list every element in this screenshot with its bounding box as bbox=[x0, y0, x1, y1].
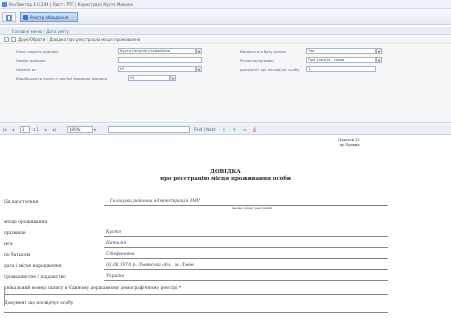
available-select[interactable]: Ні bbox=[118, 66, 196, 72]
ribbon: Реєстр обвидання bbox=[0, 9, 451, 25]
breadcrumb: Головне меню › Дата уміту bbox=[0, 27, 451, 35]
underline bbox=[104, 258, 388, 259]
doc-subheading: про реєстрацію місця проживання особи bbox=[160, 176, 291, 182]
row-label: прізвище bbox=[4, 231, 26, 236]
document-title: Друк/Обрати : Довідка про реєстрацію міс… bbox=[18, 37, 141, 42]
registry-button-label: Реєстр обвидання bbox=[30, 15, 69, 20]
row-label: громадянство / підданство bbox=[4, 275, 66, 280]
footer-label: Документ що посвідчує особу bbox=[4, 301, 74, 306]
underline bbox=[104, 280, 388, 281]
chevron-down-icon[interactable] bbox=[376, 48, 382, 54]
underline bbox=[104, 236, 388, 237]
chevron-down-icon[interactable] bbox=[196, 48, 202, 54]
available-label: Наявне ат bbox=[16, 67, 37, 72]
underline bbox=[4, 294, 388, 295]
last-page-icon[interactable]: ▸| bbox=[53, 127, 56, 132]
report-toolbar: |◂ ◂ 1 з 1 ▸ ▸| 100% ▾ Find | Next ⇩ ↻ ▭… bbox=[0, 124, 451, 135]
breadcrumb-text[interactable]: Головне меню › Дата уміту bbox=[12, 29, 69, 34]
grid-view-button[interactable] bbox=[2, 12, 16, 22]
write-db-label: Виписати в базу даних bbox=[240, 49, 287, 54]
next-page-icon[interactable]: ▸ bbox=[45, 127, 47, 132]
first-page-icon[interactable]: |◂ bbox=[3, 127, 6, 132]
grid-icon bbox=[6, 15, 12, 21]
underline bbox=[104, 247, 388, 248]
doc-heading: ДОВІДКА bbox=[210, 169, 241, 175]
zoom-select[interactable]: 100% bbox=[67, 126, 93, 133]
underline bbox=[104, 269, 388, 270]
issuer-value: Галицька районна адміністрація ЗМР bbox=[110, 199, 200, 204]
row-label: по батькові bbox=[4, 253, 31, 258]
signer-label: Розпочи/прізвищ bbox=[240, 58, 274, 63]
find-input[interactable] bbox=[108, 126, 190, 133]
refresh-icon[interactable]: ↻ bbox=[233, 127, 236, 132]
chevron-down-icon[interactable] bbox=[196, 66, 202, 72]
parameters-form: Кому видано довідку Кусто Наталія Стефан… bbox=[0, 45, 451, 123]
issuer-caption: (назва органу реєстрації) bbox=[232, 206, 273, 210]
underline bbox=[4, 312, 388, 313]
signer-select[interactable]: Про уличі/м - голов bbox=[306, 57, 376, 63]
certificate-number-input[interactable] bbox=[118, 57, 202, 63]
back-icon[interactable] bbox=[4, 37, 9, 42]
window-title: Роз'Вектор 4.0.294 | Лист : РТГ | Корист… bbox=[9, 2, 133, 7]
surname-value: Кусто bbox=[106, 230, 122, 235]
show-color-label: Відображати колір з пом'ям видаємо довід… bbox=[16, 76, 108, 81]
recipient-select[interactable]: Кусто Наталія Стефанівна bbox=[118, 48, 196, 54]
export-icon[interactable]: ⇩ bbox=[222, 127, 225, 132]
find-next-link[interactable]: Find | Next bbox=[194, 127, 215, 132]
document-icon bbox=[23, 15, 28, 20]
issuer-label: Ця вдостоєння bbox=[4, 200, 39, 205]
chevron-down-icon[interactable] bbox=[376, 57, 382, 63]
name-value: Наталія bbox=[106, 241, 127, 246]
citizenship-value: Україна bbox=[106, 274, 125, 279]
certificate-number-label: Номер довідки bbox=[16, 58, 46, 63]
print-layout-icon[interactable]: ▭ bbox=[243, 127, 247, 132]
show-color-select[interactable]: Ні bbox=[128, 75, 170, 81]
window-titlebar: Роз'Вектор 4.0.294 | Лист : РТГ | Корист… bbox=[0, 0, 451, 9]
id-document-label: документ що посвідчує особу bbox=[240, 67, 300, 72]
birth-value: 03.08.1970 р. Львівська обл., м. Львів bbox=[106, 263, 194, 268]
write-db-select[interactable]: Так bbox=[306, 48, 376, 54]
refresh-icon[interactable] bbox=[11, 37, 16, 42]
registry-button[interactable]: Реєстр обвидання bbox=[20, 12, 78, 22]
report-page: Додаток 13 до Правил ДОВІДКА про реєстра… bbox=[0, 136, 451, 321]
prev-page-icon[interactable]: ◂ bbox=[12, 127, 14, 132]
document-tab: Друк/Обрати : Довідка про реєстрацію міс… bbox=[0, 35, 451, 44]
page-count: з 1 bbox=[33, 127, 39, 132]
page-number-input[interactable]: 1 bbox=[20, 126, 30, 133]
chevron-down-icon[interactable] bbox=[170, 75, 176, 81]
patronymic-value: Стефанівна bbox=[106, 252, 135, 257]
row-label: дата і місце народження bbox=[4, 264, 62, 269]
chevron-down-icon[interactable]: ▾ bbox=[94, 127, 96, 132]
row-label: ім'я bbox=[4, 242, 13, 247]
id-document-input[interactable]: 1 bbox=[306, 66, 376, 72]
app-icon bbox=[2, 2, 7, 7]
row-label: місце проживання bbox=[4, 220, 48, 225]
print-icon[interactable]: ⎙ bbox=[253, 127, 256, 132]
recipient-label: Кому видано довідку bbox=[16, 49, 59, 54]
row-label: унікальний номер запису в Єдиному держав… bbox=[4, 286, 182, 291]
appendix-note: Додаток 13 до Правил bbox=[338, 138, 360, 147]
